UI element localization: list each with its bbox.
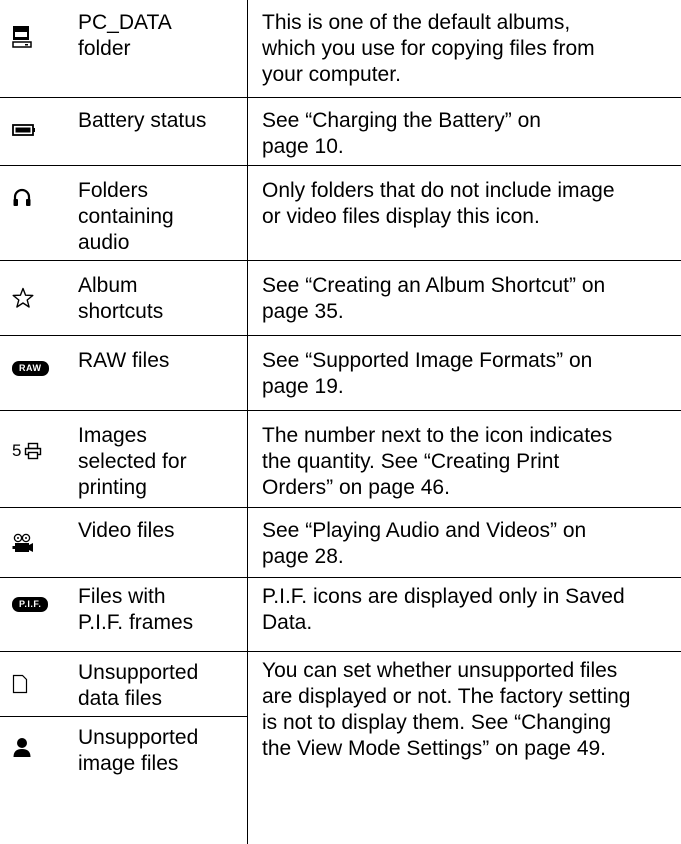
- icon-name: Video files: [78, 519, 175, 542]
- table-row: RAW RAW files See “Supported Image Forma…: [0, 335, 681, 410]
- icon-description: See “Charging the Battery” on page 10.: [262, 109, 541, 158]
- table-row: 5 Images selected for printing The numbe…: [0, 410, 681, 507]
- headphones-icon: [12, 186, 52, 210]
- icon-name: Images selected for printing: [78, 424, 187, 499]
- icon-description: The number next to the icon indicates th…: [262, 424, 613, 499]
- icon-description: This is one of the default albums, which…: [262, 11, 595, 86]
- table-row: P.I.F. Files with P.I.F. frames P.I.F. i…: [0, 577, 681, 651]
- pif-badge-text: P.I.F.: [12, 596, 49, 612]
- pif-icon: P.I.F.: [12, 592, 52, 616]
- pc-folder-icon: [12, 22, 52, 52]
- icon-name: Folders containing audio: [78, 179, 174, 254]
- icon-name: Files with P.I.F. frames: [78, 585, 194, 634]
- print-count: 5: [12, 441, 22, 460]
- icon-name: Unsupported image files: [78, 726, 199, 775]
- icon-description: P.I.F. icons are displayed only in Saved…: [262, 585, 625, 634]
- blank-page-icon: [12, 670, 52, 698]
- table-row: Album shortcuts See “Creating an Album S…: [0, 260, 681, 335]
- icon-description: See “Playing Audio and Videos” on page 2…: [262, 519, 587, 568]
- print-icon: 5: [12, 437, 52, 465]
- raw-icon: RAW: [12, 356, 52, 380]
- video-camera-icon: [12, 530, 52, 558]
- icon-description: See “Creating an Album Shortcut” on page…: [262, 274, 606, 323]
- table-row: Video files See “Playing Audio and Video…: [0, 507, 681, 577]
- icon-name: Album shortcuts: [78, 274, 164, 323]
- icon-name: PC_DATA folder: [78, 11, 172, 60]
- table-row: PC_DATA folder This is one of the defaul…: [0, 0, 681, 97]
- icon-description: Only folders that do not include image o…: [262, 179, 615, 228]
- icon-description: You can set whether unsupported files ar…: [262, 659, 631, 760]
- table-row: Unsupported data files: [0, 651, 248, 716]
- icon-name: RAW files: [78, 349, 170, 372]
- table-row: Unsupported image files: [0, 716, 248, 844]
- star-icon: [12, 283, 52, 313]
- shared-description-cell: You can set whether unsupported files ar…: [248, 651, 681, 844]
- battery-icon: [12, 118, 52, 142]
- raw-badge-text: RAW: [12, 360, 49, 376]
- icon-name: Battery status: [78, 109, 207, 132]
- icon-description: See “Supported Image Formats” on page 19…: [262, 349, 593, 398]
- person-icon: [12, 733, 52, 763]
- icon-name: Unsupported data files: [78, 661, 199, 710]
- table-row: Folders containing audio Only folders th…: [0, 165, 681, 260]
- table-row: Battery status See “Charging the Battery…: [0, 97, 681, 165]
